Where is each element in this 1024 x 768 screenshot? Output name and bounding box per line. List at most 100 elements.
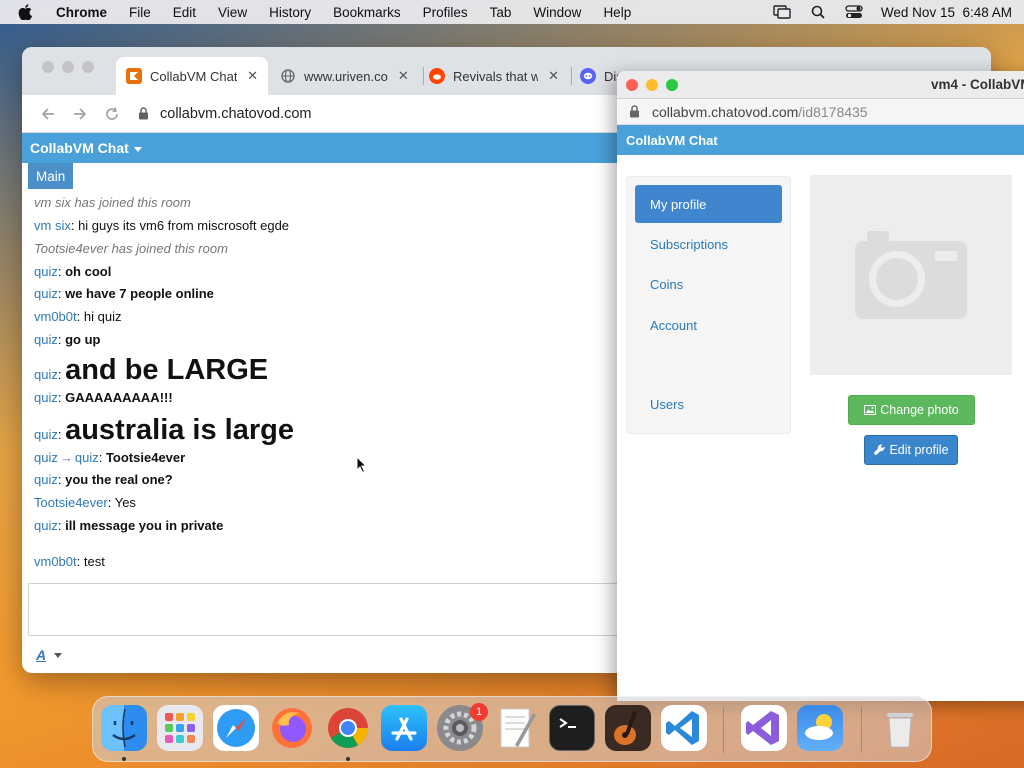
- username-link[interactable]: quiz: [34, 286, 58, 301]
- lock-icon[interactable]: [138, 107, 150, 121]
- weather-icon[interactable]: [797, 705, 843, 751]
- menu-window[interactable]: Window: [533, 5, 581, 20]
- finder-icon[interactable]: [101, 705, 147, 751]
- trash-icon[interactable]: [877, 705, 923, 751]
- maximize-window-button[interactable]: [82, 61, 94, 73]
- change-photo-label: Change photo: [880, 403, 959, 417]
- username-link[interactable]: quiz: [34, 427, 58, 442]
- chevron-down-icon: [133, 146, 142, 152]
- system-message-text: Tootsie4ever has joined this room: [34, 241, 228, 256]
- chat-message-input[interactable]: [28, 583, 628, 636]
- username-link[interactable]: quiz: [34, 518, 58, 533]
- message-text: oh cool: [65, 264, 112, 279]
- url-text: collabvm.chatovod.com: [160, 105, 312, 122]
- chat-message: Tootsie4ever has joined this room: [34, 240, 614, 263]
- menu-help[interactable]: Help: [603, 5, 631, 20]
- screen-mirroring-icon[interactable]: [773, 5, 791, 19]
- username-link[interactable]: quiz: [75, 450, 99, 465]
- garageband-icon[interactable]: [605, 705, 651, 751]
- visual-studio-icon[interactable]: [741, 705, 787, 751]
- safari-icon[interactable]: [213, 705, 259, 751]
- nav-coins[interactable]: Coins: [635, 265, 782, 303]
- discord-icon: [580, 68, 596, 84]
- chat-message: quiz: and be LARGE: [34, 354, 269, 386]
- username-link[interactable]: quiz: [34, 472, 58, 487]
- nav-my-profile[interactable]: My profile: [635, 185, 782, 223]
- tab-collabvm-chat[interactable]: CollabVM Chat ✕: [116, 57, 268, 95]
- minimize-window-button[interactable]: [646, 79, 658, 91]
- username-link[interactable]: Tootsie4ever: [34, 495, 108, 510]
- app-store-icon[interactable]: [381, 705, 427, 751]
- message-text: you the real one?: [65, 472, 173, 487]
- control-center-icon[interactable]: [845, 5, 863, 19]
- message-text: hi guys its vm6 from miscrosoft egde: [78, 218, 290, 233]
- close-window-button[interactable]: [42, 61, 54, 73]
- username-link[interactable]: quiz: [34, 450, 58, 465]
- menu-profiles[interactable]: Profiles: [423, 5, 468, 20]
- dock-separator: [723, 707, 724, 753]
- minimize-window-button[interactable]: [62, 61, 74, 73]
- menu-app-name[interactable]: Chrome: [56, 5, 107, 20]
- nav-account[interactable]: Account: [635, 306, 782, 344]
- tab-title: www.uriven.co: [304, 68, 388, 84]
- maximize-window-button[interactable]: [666, 79, 678, 91]
- username-link[interactable]: quiz: [34, 332, 58, 347]
- username-link[interactable]: quiz: [34, 367, 58, 382]
- notification-badge: 1: [470, 703, 488, 721]
- username-link[interactable]: quiz: [34, 390, 58, 405]
- collabvm-icon: [126, 68, 142, 84]
- menu-view[interactable]: View: [218, 5, 247, 20]
- chat-message: Tootsie4ever: Yes: [34, 495, 136, 510]
- chat-message: quiz: australia is large: [34, 414, 294, 446]
- wrench-icon: [873, 444, 886, 456]
- image-icon: [864, 405, 877, 415]
- reload-icon[interactable]: [98, 100, 126, 128]
- close-tab-icon[interactable]: ✕: [548, 68, 559, 84]
- text-format-button[interactable]: A: [36, 647, 63, 663]
- chat-message: vm0b0t: test: [34, 554, 105, 569]
- change-photo-button[interactable]: Change photo: [848, 395, 975, 425]
- textedit-icon[interactable]: [493, 705, 539, 751]
- tab-uriven[interactable]: www.uriven.co ✕: [270, 57, 420, 95]
- search-icon[interactable]: [809, 5, 827, 19]
- tab-title: CollabVM Chat: [150, 68, 238, 84]
- menu-history[interactable]: History: [269, 5, 311, 20]
- apple-icon[interactable]: [18, 4, 34, 20]
- menu-bookmarks[interactable]: Bookmarks: [333, 5, 401, 20]
- username-link[interactable]: vm0b0t: [34, 554, 77, 569]
- popup-url-path: /id8178435: [798, 103, 868, 120]
- edit-profile-button[interactable]: Edit profile: [864, 435, 958, 465]
- popup-address-bar: collabvm.chatovod.com/id8178435: [617, 99, 1024, 125]
- nav-subscriptions[interactable]: Subscriptions: [635, 225, 782, 263]
- terminal-icon[interactable]: [549, 705, 595, 751]
- menu-edit[interactable]: Edit: [173, 5, 196, 20]
- launchpad-icon[interactable]: [157, 705, 203, 751]
- username-link[interactable]: vm six: [34, 218, 71, 233]
- site-title-menu[interactable]: CollabVM Chat: [30, 140, 142, 156]
- nav-users[interactable]: Users: [635, 385, 782, 423]
- menu-tab[interactable]: Tab: [490, 5, 512, 20]
- chrome-icon[interactable]: [325, 705, 371, 751]
- message-text: Yes: [114, 495, 136, 510]
- firefox-icon[interactable]: [269, 705, 315, 751]
- vscode-icon[interactable]: [661, 705, 707, 751]
- menubar: Chrome File Edit View History Bookmarks …: [0, 0, 1024, 24]
- username-link[interactable]: quiz: [34, 264, 58, 279]
- reddit-icon: [429, 68, 445, 84]
- close-tab-icon[interactable]: ✕: [398, 68, 409, 84]
- message-text-large: australia is large: [65, 414, 294, 446]
- username-link[interactable]: vm0b0t: [34, 309, 77, 324]
- chat-message: vm0b0t: hi quiz: [34, 309, 122, 324]
- tab-room-main[interactable]: Main: [28, 163, 74, 189]
- forward-icon[interactable]: [66, 100, 94, 128]
- close-tab-icon[interactable]: ✕: [247, 68, 258, 84]
- clock-datetime[interactable]: Wed Nov 15 6:48 AM: [881, 5, 1012, 20]
- back-icon[interactable]: [34, 100, 62, 128]
- menu-file[interactable]: File: [129, 5, 151, 20]
- chat-message-private: quiz → quiz: Tootsie4ever: [34, 450, 186, 465]
- dock: 1: [92, 696, 932, 762]
- lock-icon: [629, 105, 640, 118]
- tab-reddit[interactable]: Revivals that w ✕: [419, 57, 569, 95]
- profile-photo-placeholder: [810, 175, 1012, 375]
- close-window-button[interactable]: [626, 79, 638, 91]
